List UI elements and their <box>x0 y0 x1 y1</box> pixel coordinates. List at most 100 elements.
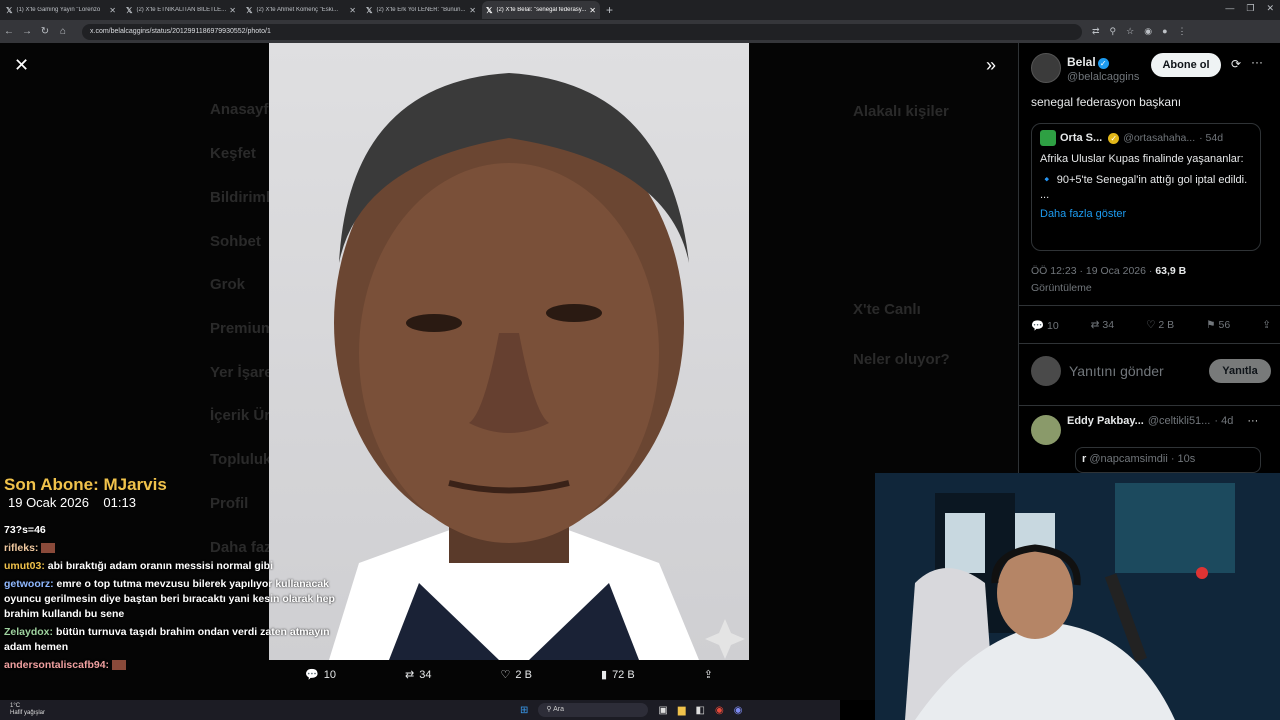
forward-icon[interactable]: → <box>18 26 36 37</box>
x-logo-icon: 𝕏 <box>366 5 373 15</box>
browser-tab[interactable]: 𝕏 (1) X'te Gaming Yayın "Lorenzo ✕ <box>2 1 120 19</box>
bookmark-icon: ⚑ <box>1206 319 1216 331</box>
bg-trending-heading: Neler oluyor? <box>853 351 950 368</box>
window-close-icon[interactable]: ✕ <box>1266 3 1274 14</box>
more-options-icon[interactable]: ··· <box>1251 55 1263 69</box>
url-field[interactable]: x.com/belalcaggins/status/20129911869799… <box>82 23 1082 40</box>
taskbar-icons: ⊞ ⚲ Ara ▣ ▆ ◧ ◉ ◉ <box>520 703 742 717</box>
emote-icon <box>111 660 126 671</box>
minimize-icon[interactable]: — <box>1225 3 1234 14</box>
browser-tab[interactable]: 𝕏 (2) X'te ETNİKALİTAN BİLETLE... ✕ <box>122 1 240 19</box>
bg-nav-item: Anasayfa <box>210 101 277 118</box>
bg-live-heading: X'te Canlı <box>853 301 921 318</box>
stream-chat: 73?s=46 rifleks: umut03: abi bıraktığı a… <box>4 523 339 676</box>
chat-message: 73?s=46 <box>4 524 46 536</box>
bg-nav-item: Keşfet <box>210 145 256 162</box>
tweet-meta: ÖÖ 12:23 · 19 Oca 2026 · 63,9 B <box>1031 265 1187 277</box>
window-controls: — ❐ ✕ <box>1225 3 1274 14</box>
stream-date: 19 Ocak 2026 01:13 <box>8 495 136 510</box>
browser-tab[interactable]: 𝕏 (2) X'te Erk Yol LENER: "Bunun... ✕ <box>362 1 480 19</box>
share-icon: ⇪ <box>1262 319 1271 331</box>
reply-item[interactable]: Eddy Pakbay... @celtikli51... · 4d ··· <box>1031 415 1258 445</box>
browser-tab[interactable]: 𝕏 (2) X'te Ahmet Komenç "Eski... ✕ <box>242 1 360 19</box>
tab-close-icon[interactable]: ✕ <box>469 6 476 15</box>
weather-widget[interactable]: 1°C Hafif yağışlar <box>10 703 70 717</box>
chat-message: Zelaydox: bütün turnuva taşıdı brahim on… <box>4 626 330 653</box>
tweet-panel: Belal ✓ @belalcaggins Abone ol ⟳ ··· sene… <box>1018 43 1280 473</box>
tab-close-icon[interactable]: ✕ <box>229 6 236 15</box>
heart-icon: ♡ <box>500 669 511 681</box>
quote-body: Afrika Uluslar Kupas finalinde yaşananla… <box>1040 153 1244 165</box>
quoted-tweet[interactable]: Orta S... ✓ @ortasahaha... · 54d Afrika … <box>1031 123 1261 251</box>
webcam-overlay <box>875 473 1280 720</box>
share-action[interactable]: ⇪ <box>704 668 713 681</box>
expand-panel-icon[interactable]: » <box>986 55 996 76</box>
repost-action[interactable]: ⇄ 34 <box>405 668 431 682</box>
more-options-icon[interactable]: ··· <box>1247 415 1258 427</box>
grok-icon[interactable]: ⟳ <box>1231 57 1241 71</box>
chrome-icon[interactable]: ◉ <box>715 705 724 716</box>
close-viewer-icon[interactable]: ✕ <box>14 55 29 76</box>
divider <box>1019 305 1280 306</box>
discord-icon[interactable]: ◉ <box>734 705 743 716</box>
reply-icon: 💬 <box>1031 320 1045 332</box>
maximize-icon[interactable]: ❐ <box>1246 3 1254 14</box>
show-more-link[interactable]: Daha fazla göster <box>1040 207 1252 222</box>
repost-icon: ⇄ <box>1090 319 1100 331</box>
avatar <box>1031 356 1061 386</box>
emote-icon <box>41 543 56 554</box>
profile-icon[interactable]: ● <box>1162 26 1167 37</box>
repost-stat[interactable]: ⇄ 34 <box>1091 319 1114 332</box>
photo-viewer: Anasayfa Keşfet Bildirimler Sohbet Grok … <box>0 43 1018 700</box>
zoom-icon[interactable]: ⚲ <box>1110 26 1117 37</box>
like-stat[interactable]: ♡ 2 B <box>1146 319 1174 332</box>
search-icon: ⚲ <box>546 706 552 713</box>
stream-last-sub: Son Abone: MJarvis <box>4 475 167 494</box>
browser-tab-active[interactable]: 𝕏 (2) X'te Belal: "senegal federasy... ✕ <box>482 1 600 19</box>
menu-icon[interactable]: ⋮ <box>1178 26 1187 37</box>
reply-stat[interactable]: 💬 10 <box>1031 319 1059 332</box>
avatar[interactable] <box>1031 415 1061 445</box>
chat-message: rifleks: <box>4 541 339 556</box>
quote-avatar <box>1040 130 1056 146</box>
repost-icon: ⇄ <box>405 669 415 681</box>
views-action[interactable]: ▮ 72 B <box>601 668 635 682</box>
avatar[interactable] <box>1031 53 1061 83</box>
new-tab-icon[interactable]: + <box>606 3 613 17</box>
follow-button[interactable]: Abone ol <box>1151 53 1221 77</box>
reply-input[interactable]: Yanıtını gönder <box>1069 363 1209 379</box>
tab-close-icon[interactable]: ✕ <box>349 6 356 15</box>
x-logo-icon: 𝕏 <box>246 5 253 15</box>
quoted-reply[interactable]: r @napcamsimdii · 10s <box>1075 447 1261 473</box>
bg-nav-item: Grok <box>210 276 246 293</box>
start-icon[interactable]: ⊞ <box>520 705 528 716</box>
os-taskbar: 1°C Hafif yağışlar ⊞ ⚲ Ara ▣ ▆ ◧ ◉ ◉ <box>0 700 840 720</box>
x-logo-icon: 𝕏 <box>126 5 133 15</box>
tab-close-icon[interactable]: ✕ <box>109 6 116 15</box>
translate-icon[interactable]: ⇄ <box>1092 26 1100 37</box>
star-icon[interactable]: ☆ <box>1126 26 1134 37</box>
share-stat[interactable]: ⇪ <box>1262 319 1271 332</box>
tweet-author[interactable]: Belal ✓ @belalcaggins <box>1031 53 1139 83</box>
reply-button[interactable]: Yanıtla <box>1209 359 1271 383</box>
tab-close-icon[interactable]: ✕ <box>589 6 596 15</box>
taskbar-search[interactable]: ⚲ Ara <box>538 703 649 717</box>
task-view-icon[interactable]: ▣ <box>658 705 667 716</box>
home-icon[interactable]: ⌂ <box>54 26 72 37</box>
reload-icon[interactable]: ↻ <box>36 26 54 37</box>
tweet-text: senegal federasyon başkanı <box>1031 95 1182 109</box>
tweet-photo[interactable] <box>269 43 749 660</box>
divider <box>1019 343 1280 344</box>
browser-tabbar: 𝕏 (1) X'te Gaming Yayın "Lorenzo ✕ 𝕏 (2) X'… <box>0 0 1280 20</box>
bookmark-stat[interactable]: ⚑ 56 <box>1206 319 1230 332</box>
share-icon: ⇪ <box>703 669 713 681</box>
extensions: ⇄ ⚲ ☆ ◉ ● ⋮ <box>1092 26 1187 37</box>
like-action[interactable]: ♡ 2 B <box>500 668 532 682</box>
store-icon[interactable]: ◧ <box>696 705 705 716</box>
extension-icon[interactable]: ◉ <box>1144 26 1152 37</box>
bg-nav-item: Profil <box>210 495 249 512</box>
folder-icon[interactable]: ▆ <box>678 705 686 716</box>
back-icon[interactable]: ← <box>0 26 18 37</box>
verified-badge-icon: ✓ <box>1108 132 1120 144</box>
x-logo-icon: 𝕏 <box>6 5 13 15</box>
